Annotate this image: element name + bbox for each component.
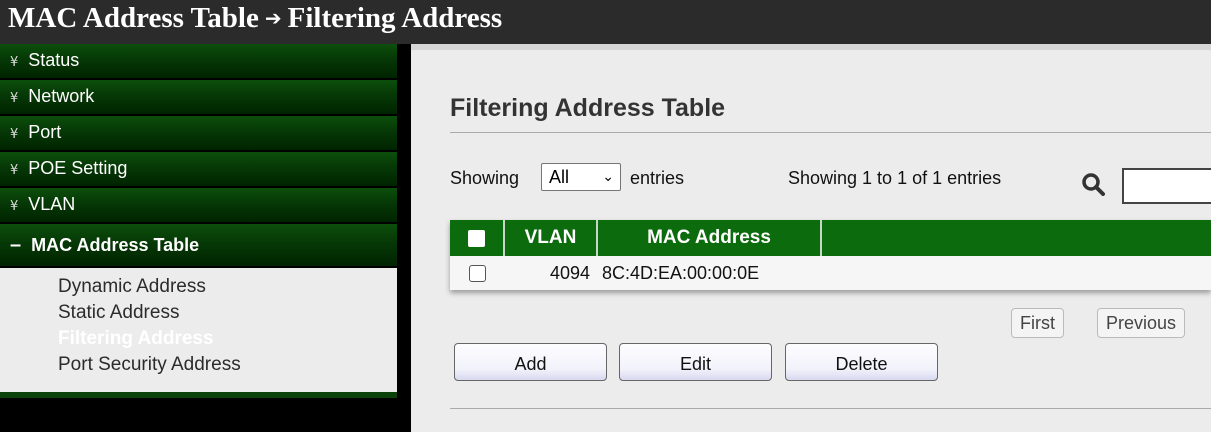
- page-title: Filtering Address Table: [450, 94, 726, 122]
- bottom-divider: [450, 408, 1211, 409]
- sidebar-item-mac-address-table[interactable]: – MAC Address Table: [0, 224, 397, 268]
- delete-button-label: Delete: [835, 354, 888, 374]
- sidebar-item-label: Port: [28, 122, 62, 142]
- entries-select-value: All: [549, 167, 570, 187]
- sidebar-item-vlan[interactable]: ¥ VLAN: [0, 188, 397, 224]
- column-header-filler: [822, 220, 1211, 256]
- title-divider: [450, 132, 1211, 133]
- right-arrow-icon: ➔: [264, 6, 282, 30]
- delete-button[interactable]: Delete: [785, 343, 938, 381]
- edit-button[interactable]: Edit: [619, 343, 772, 381]
- content-top-border: [411, 44, 1211, 50]
- table-row[interactable]: 4094 8C:4D:EA:00:00:0E: [450, 256, 1211, 290]
- sidebar-item-poe-setting[interactable]: ¥ POE Setting: [0, 152, 397, 188]
- double-chevron-down-icon: ¥: [10, 199, 19, 214]
- select-all-checkbox-cell: [450, 220, 505, 256]
- sidebar-item-label: VLAN: [28, 194, 76, 214]
- sidebar-item-label: MAC Address Table: [31, 235, 200, 255]
- double-chevron-down-icon: ¥: [10, 55, 19, 70]
- submenu-item-port-security-address[interactable]: Port Security Address: [0, 352, 397, 378]
- double-chevron-down-icon: ¥: [10, 91, 19, 106]
- pager-previous-button[interactable]: Previous: [1097, 308, 1186, 338]
- collapse-minus-icon: –: [10, 234, 22, 256]
- select-all-checkbox[interactable]: [468, 229, 485, 247]
- filtering-address-table: VLAN MAC Address 4094 8C:4D:EA:00:00:0E: [450, 220, 1211, 290]
- row-checkbox[interactable]: [469, 264, 486, 282]
- sidebar-divider: [0, 392, 397, 398]
- table-header: VLAN MAC Address: [450, 220, 1211, 256]
- sidebar-menu: ¥ Status ¥ Network ¥ Port ¥ POE Setting ¥ VLA…: [0, 44, 397, 398]
- sidebar-item-port[interactable]: ¥ Port: [0, 116, 397, 152]
- edit-button-label: Edit: [679, 354, 712, 374]
- entries-per-page-select[interactable]: All ⌄: [541, 163, 621, 191]
- pager-first-button[interactable]: First: [1011, 308, 1064, 338]
- main-content: Filtering Address Table Showing All ⌄ en…: [411, 44, 1211, 432]
- entries-label: entries: [630, 168, 685, 188]
- double-chevron-down-icon: ¥: [10, 163, 19, 178]
- table-info-text: Showing 1 to 1 of 1 entries: [788, 168, 1002, 188]
- double-chevron-down-icon: ¥: [10, 127, 19, 142]
- submenu-item-dynamic-address[interactable]: Dynamic Address: [0, 274, 397, 300]
- column-header-mac-address[interactable]: MAC Address: [598, 220, 822, 256]
- sidebar-item-label: Network: [28, 86, 95, 106]
- chevron-down-icon: ⌄: [602, 169, 614, 185]
- showing-label: Showing: [450, 168, 520, 188]
- submenu-item-filtering-address[interactable]: Filtering Address: [0, 326, 397, 352]
- sidebar-item-label: POE Setting: [28, 158, 128, 178]
- sidebar: ¥ Status ¥ Network ¥ Port ¥ POE Setting ¥ VLA…: [0, 44, 411, 432]
- search-icon: [1082, 173, 1105, 196]
- page-header: MAC Address Table ➔ Filtering Address: [0, 0, 1211, 44]
- sidebar-submenu: Dynamic Address Static Address Filtering…: [0, 268, 397, 392]
- cell-vlan: 4094: [549, 263, 590, 283]
- search-input[interactable]: [1122, 168, 1211, 204]
- header-title-section: MAC Address Table: [8, 2, 259, 34]
- sidebar-item-network[interactable]: ¥ Network: [0, 80, 397, 116]
- sidebar-item-label: Status: [28, 50, 80, 70]
- column-header-vlan[interactable]: VLAN: [505, 220, 598, 256]
- submenu-item-static-address[interactable]: Static Address: [0, 300, 397, 326]
- header-title-page: Filtering Address: [287, 2, 503, 34]
- add-button[interactable]: Add: [454, 343, 607, 381]
- row-checkbox-cell: [450, 256, 505, 290]
- sidebar-item-status[interactable]: ¥ Status: [0, 44, 397, 80]
- cell-mac-address: 8C:4D:EA:00:00:0E: [602, 263, 760, 283]
- add-button-label: Add: [514, 354, 547, 374]
